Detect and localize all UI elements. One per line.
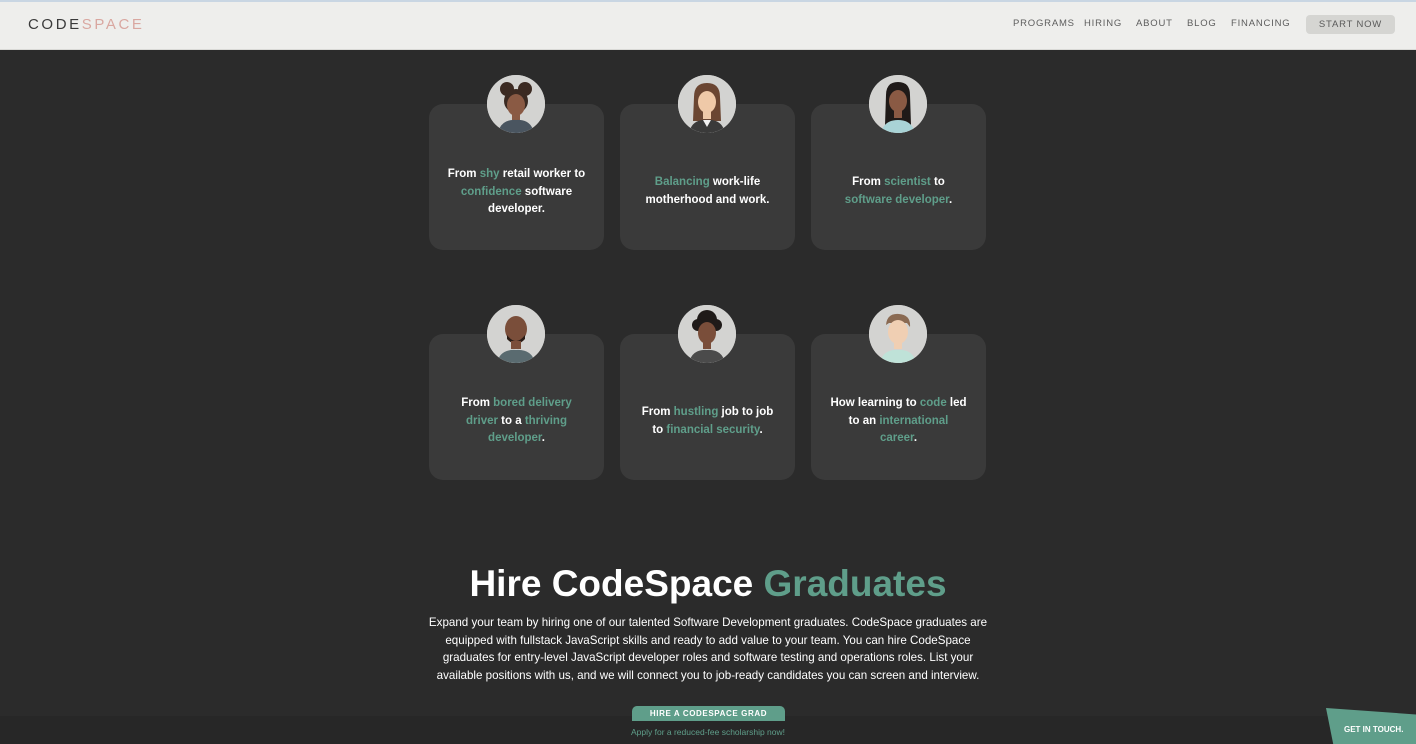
nav-about[interactable]: ABOUT: [1136, 18, 1173, 30]
hire-graduate-button[interactable]: HIRE A CODESPACE GRAD: [632, 706, 785, 721]
logo-text-code: CODE: [28, 16, 82, 33]
story-card-text: How learning to code led to an internati…: [830, 397, 967, 444]
story-card-text: From shy retail worker to confidence sof…: [447, 168, 586, 215]
portrait-avatar: [678, 305, 736, 363]
nav-blog[interactable]: BLOG: [1187, 18, 1217, 30]
story-card-text: From bored delivery driver to a thriving…: [461, 397, 572, 444]
portrait-avatar: [869, 305, 927, 363]
logo-text-space: SPACE: [81, 16, 145, 33]
portrait-avatar: [869, 75, 927, 133]
story-card-text: Balancing work-life motherhood and work.: [645, 176, 770, 206]
nav-financing[interactable]: FINANCING: [1231, 18, 1290, 30]
portrait-avatar: [487, 75, 545, 133]
top-navigation-bar: CODESPACE PROGRAMS HIRING ABOUT BLOG FIN…: [0, 0, 1416, 50]
story-card-text: From hustling job to job to financial se…: [641, 406, 774, 436]
story-card-text: From scientist to software developer.: [844, 176, 953, 206]
nav-programs[interactable]: PROGRAMS: [1013, 18, 1075, 30]
hire-section-title: Hire CodeSpace Graduates: [469, 563, 947, 604]
start-now-button[interactable]: START NOW: [1306, 15, 1395, 34]
nav-hiring[interactable]: HIRING: [1084, 18, 1122, 30]
portrait-avatar: [678, 75, 736, 133]
get-in-touch-label[interactable]: GET IN TOUCH.: [1344, 724, 1403, 736]
hire-section-description: Expand your team by hiring one of our ta…: [428, 616, 988, 683]
portrait-avatar: [487, 305, 545, 363]
codespace-logo[interactable]: CODESPACE: [28, 16, 145, 34]
scholarship-link[interactable]: Apply for a reduced-fee scholarship now!: [0, 726, 1416, 738]
